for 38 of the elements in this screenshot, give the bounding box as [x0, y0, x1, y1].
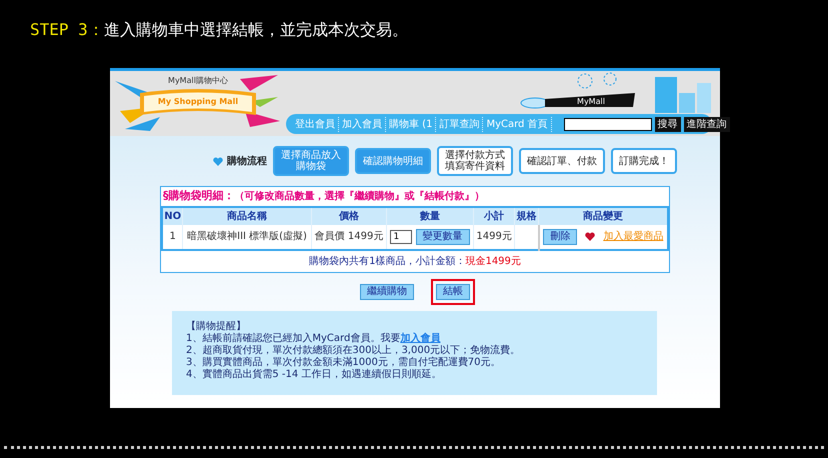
- search-button[interactable]: 搜尋: [654, 116, 681, 132]
- note-item: 3、購買實體商品，單次付款金額未滿1000元，需自付宅配運費70元。: [186, 356, 502, 368]
- flow-step: 確認購物明細: [355, 148, 431, 174]
- step-title: 進入購物車中選擇結帳，並完成本次交易。: [104, 20, 408, 39]
- search-field[interactable]: [564, 118, 652, 130]
- heart-icon: [585, 232, 596, 241]
- flow-step: 確認訂單、付款: [519, 148, 605, 174]
- flow-step: 訂購完成！: [611, 148, 677, 174]
- note-item: 1、結帳前請確認您已經加入MyCard會員。我要加入會員: [186, 332, 442, 344]
- column-header: 規格: [514, 206, 538, 224]
- banner-text: MyMall: [577, 97, 605, 106]
- cart-summary: 購物袋內共有1樣商品，小計金額：現金1499元: [308, 254, 522, 268]
- column-header: NO: [162, 206, 183, 224]
- table-cell: 1499元: [473, 224, 515, 250]
- flow-title: 購物流程: [227, 154, 267, 168]
- column-header: 小計: [473, 206, 515, 224]
- cart-title: §購物袋明細：（可修改商品數量，選擇『繼續購物』或『結帳付款』）: [162, 188, 486, 204]
- column-header: 價格: [311, 206, 387, 224]
- column-header: 數量: [386, 206, 474, 224]
- step-label: STEP 3：: [30, 20, 104, 39]
- table-cell: 1: [162, 224, 183, 250]
- note-item: 2、超商取貨付現，單次付款總額須在300以上，3,000元以下；免物流費。: [186, 344, 522, 356]
- table-cell: 會員價 1499元: [311, 224, 387, 250]
- table-cell: 暗黑破壞神III 標準版(虛擬): [182, 224, 312, 250]
- change-quantity-button[interactable]: 變更數量: [416, 228, 470, 244]
- logo-tagline: MyMall購物中心: [168, 76, 228, 85]
- quantity-field[interactable]: 1: [390, 230, 412, 244]
- column-header: 商品名稱: [182, 206, 312, 224]
- search-button[interactable]: 進階查詢: [684, 116, 730, 132]
- flow-step: 選擇商品放入 購物袋: [273, 146, 349, 176]
- column-header: 商品變更: [538, 206, 668, 224]
- cart-action-button[interactable]: 結帳: [431, 278, 475, 304]
- notes-title: 【購物提醒】: [186, 320, 247, 332]
- delete-button[interactable]: 刪除: [543, 228, 578, 244]
- heart-icon: [213, 156, 223, 166]
- note-item: 4、實體商品出貨需5 -14 工作日，如遇連續假日則順延。: [186, 368, 442, 380]
- flow-step: 選擇付款方式 填寫寄件資料: [437, 146, 513, 176]
- logo-title: My Shopping Mall: [158, 97, 238, 106]
